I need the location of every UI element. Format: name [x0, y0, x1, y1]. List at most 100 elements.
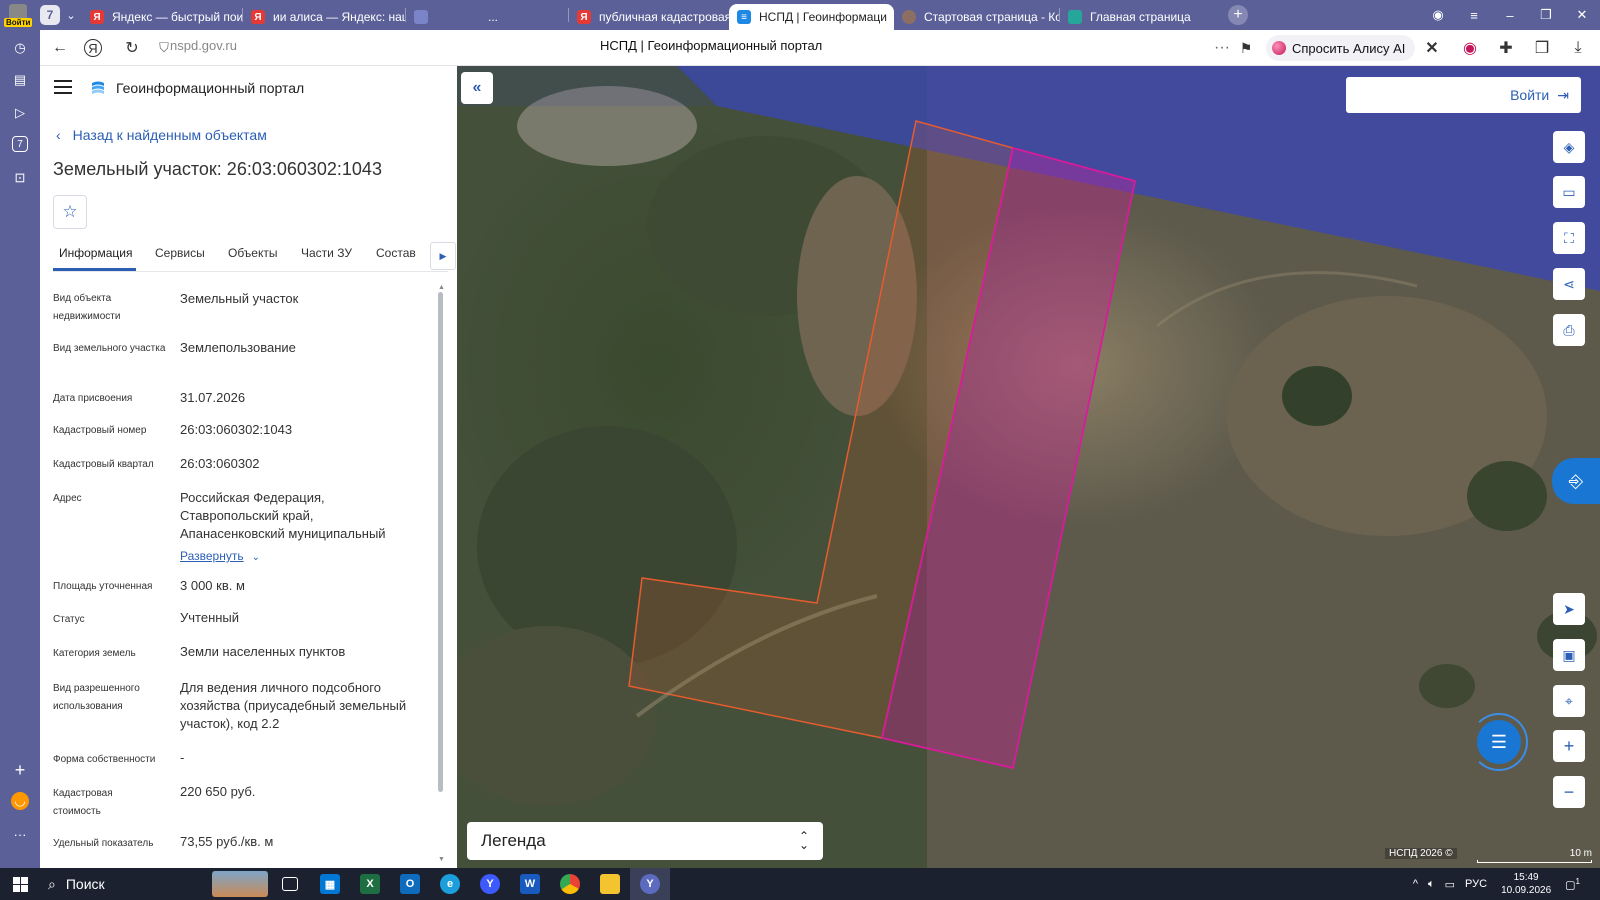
restore-icon[interactable]: ❐ [1528, 7, 1564, 23]
map-assistant-button[interactable]: ⎆ [1552, 458, 1600, 504]
clock[interactable]: 15:49 10.09.2026 [1501, 871, 1551, 897]
browser-tab-yandex-search[interactable]: Я Яндекс — быстрый поиск [82, 4, 242, 30]
select-area-icon[interactable]: ⛶ [1553, 222, 1585, 254]
tab-land-parts[interactable]: Части ЗУ [301, 246, 352, 260]
excel-glyph: X [360, 874, 380, 894]
chrome-glyph [560, 874, 580, 894]
extension-icon[interactable]: ✕ [1420, 36, 1444, 60]
prop-value: Учтенный [180, 610, 240, 625]
tab-title: Главная страница [1090, 10, 1191, 24]
file-explorer-icon[interactable] [590, 868, 630, 900]
record-icon[interactable]: ◉ [1458, 36, 1482, 60]
more-options-icon[interactable]: ··· [1210, 36, 1234, 60]
yandex-active-app-icon[interactable]: Y [630, 868, 670, 900]
back-to-results-link[interactable]: ‹ Назад к найденным объектам [56, 127, 267, 143]
yandex-browser-icon[interactable]: Y [470, 868, 510, 900]
map-view[interactable]: « Войти ⇥ ◈ ▭ ⛶ ⋖ ⎙ ⎆ ➤ ▣ ⌖ + − ☰ Легенда… [457, 66, 1600, 868]
fox-app-icon[interactable]: ◡ [11, 792, 29, 810]
start-button[interactable] [0, 868, 40, 900]
tab-objects[interactable]: Объекты [228, 246, 278, 260]
minimap-icon[interactable]: ▣ [1553, 639, 1585, 671]
scrollbar-thumb[interactable] [438, 292, 443, 792]
language-indicator[interactable]: РУС [1465, 878, 1487, 890]
bookmark-icon[interactable]: ⚑ [1234, 36, 1258, 60]
tab-list-chevron-icon[interactable]: ⌄ [60, 9, 82, 22]
satellite-map[interactable] [457, 66, 1600, 868]
prop-label: Форма собственности [53, 754, 156, 765]
chrome-icon[interactable] [550, 868, 590, 900]
collapse-panel-button[interactable]: « [461, 72, 493, 104]
print-icon[interactable]: ⎙ [1553, 314, 1585, 346]
url-field[interactable]: nspd.gov.ru [170, 38, 237, 53]
ruler-icon[interactable]: ▭ [1553, 176, 1585, 208]
add-panel-icon[interactable]: + [10, 760, 30, 780]
more-apps-icon[interactable]: ··· [10, 824, 30, 844]
tab-group-counter[interactable]: 7 [40, 5, 60, 25]
outlook-icon[interactable]: O [390, 868, 430, 900]
clock-time: 15:49 [1513, 872, 1539, 883]
search-icon: ⌕ [48, 875, 56, 892]
reload-icon[interactable]: ↻ [120, 36, 144, 60]
prop-label: Вид земельного участка [53, 343, 166, 354]
search-location-icon[interactable]: ⌖ [1553, 685, 1585, 717]
layers-icon[interactable]: ◈ [1553, 131, 1585, 163]
zoom-in-icon[interactable]: + [1553, 730, 1585, 762]
volume-icon[interactable]: 🔈︎ [1428, 878, 1435, 891]
browser-tab-alice-search[interactable]: Я ии алиса — Яндекс: нашл [243, 4, 405, 30]
outlook-glyph: O [400, 874, 420, 894]
tray-expand-icon[interactable]: ^ [1413, 878, 1418, 890]
history-icon[interactable]: ◷ [10, 38, 30, 58]
notes-icon[interactable]: ▤ [10, 70, 30, 90]
account-icon[interactable]: ◉ [1420, 7, 1456, 23]
chat-support-button[interactable]: ☰ [1470, 713, 1528, 771]
profile-button[interactable]: Войти [0, 0, 36, 30]
locate-icon[interactable]: ➤ [1553, 593, 1585, 625]
object-title: Земельный участок: 26:03:060302:1043 [53, 159, 382, 179]
browser-tab-start-page[interactable]: Стартовая страница - Ко [894, 4, 1059, 30]
prop-value: 31.07.2026 [180, 390, 246, 405]
network-icon[interactable]: ▭ [1445, 878, 1455, 891]
collections-icon[interactable]: ❒ [1530, 36, 1554, 60]
browser-menu-icon[interactable]: ≡ [1456, 8, 1492, 23]
scroll-down-icon[interactable]: ▼ [438, 856, 445, 863]
edge-icon[interactable]: e [430, 868, 470, 900]
tabs-scroll-right-button[interactable]: ▶ [430, 242, 456, 270]
ask-alice-button[interactable]: Спросить Алису AI [1266, 35, 1416, 61]
minimize-icon[interactable]: – [1492, 8, 1528, 23]
screenshot-icon[interactable]: ⊡ [10, 168, 30, 188]
share-icon[interactable]: ⋖ [1553, 268, 1585, 300]
tab-composition[interactable]: Состав [376, 246, 416, 260]
legend-dropdown[interactable]: Легенда ⌃ ⌄ [467, 822, 823, 860]
browser-tab-unnamed[interactable]: ... [406, 4, 568, 30]
close-window-icon[interactable]: ✕ [1564, 7, 1600, 23]
zoom-out-icon[interactable]: − [1553, 776, 1585, 808]
news-widget[interactable] [210, 868, 270, 900]
new-tab-button[interactable]: + [1228, 5, 1248, 25]
tab-group-7-icon[interactable]: 7 [12, 136, 28, 152]
tab-information[interactable]: Информация [59, 246, 132, 260]
address-value: Российская Федерация, Ставропольский кра… [180, 490, 386, 541]
extensions-puzzle-icon[interactable]: ✚ [1494, 36, 1518, 60]
yandex-logo-icon[interactable]: Я [84, 39, 102, 57]
media-play-icon[interactable]: ▷ [10, 103, 30, 123]
favorite-star-button[interactable]: ☆ [53, 195, 87, 229]
browser-tab-main-page[interactable]: Главная страница [1060, 4, 1220, 30]
notifications-icon[interactable]: ▢1 [1565, 877, 1580, 892]
excel-icon[interactable]: X [350, 868, 390, 900]
profile-avatar [9, 4, 27, 18]
back-icon[interactable]: ← [48, 36, 72, 60]
word-icon[interactable]: W [510, 868, 550, 900]
browser-tab-cadastral-search[interactable]: Я публичная кадастровая к [569, 4, 729, 30]
panel-scrollbar[interactable]: ▲ ▼ [438, 284, 445, 864]
scroll-up-icon[interactable]: ▲ [438, 284, 445, 291]
login-button[interactable]: Войти ⇥ [1346, 77, 1581, 113]
browser-tab-nspd-active[interactable]: ≡ НСПД | Геоинформаци ✕ [729, 4, 894, 30]
download-icon[interactable]: ⤓ [1566, 36, 1590, 60]
hamburger-menu-icon[interactable] [54, 80, 72, 94]
store-icon[interactable]: ▦ [310, 868, 350, 900]
tab-services[interactable]: Сервисы [155, 246, 205, 260]
taskbar-search[interactable]: ⌕ Поиск [40, 868, 210, 900]
expand-address-link[interactable]: Развернуть ⌄ [180, 549, 260, 563]
double-chevron-left-icon: « [472, 79, 482, 96]
task-view-icon[interactable] [270, 868, 310, 900]
